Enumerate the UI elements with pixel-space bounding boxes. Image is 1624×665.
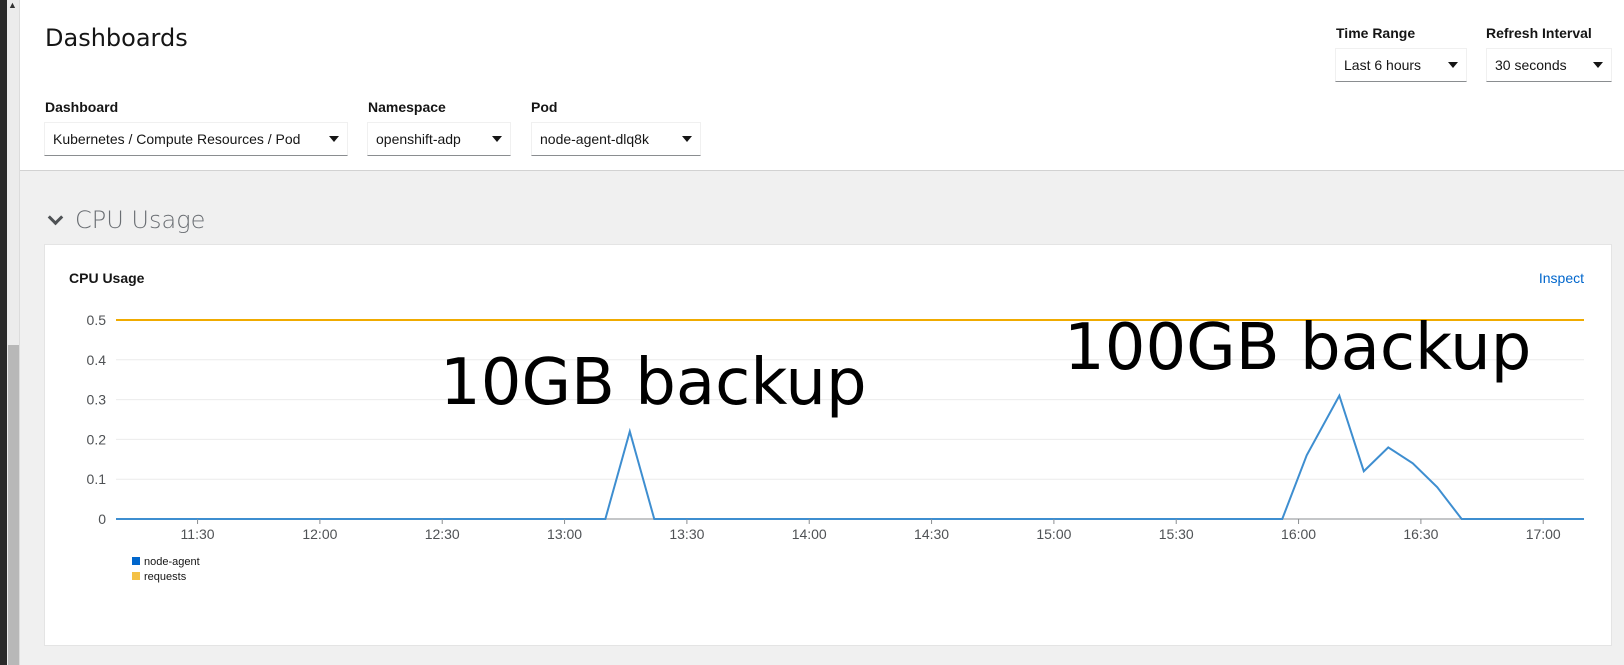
caret-down-icon [492,136,502,142]
legend-label-requests: requests [144,571,187,583]
x-tick-label: 14:00 [792,526,827,542]
cpu-usage-chart: 0 0.1 0.2 0.3 0.4 0.5 11:30 12:00 12:30 13:00 13:3… [87,311,1584,583]
y-tick-label: 0 [98,511,106,527]
pod-label: Pod [531,99,558,115]
x-tick-label: 17:00 [1526,526,1561,542]
namespace-value: openshift-adp [376,131,461,147]
scrollbar-thumb[interactable] [8,345,19,665]
y-tick-label: 0.4 [87,352,107,368]
x-tick-label: 13:00 [547,526,582,542]
x-tick-label: 12:30 [425,526,460,542]
x-tick-label: 12:00 [302,526,337,542]
legend-swatch-requests [132,572,140,580]
namespace-dropdown[interactable]: openshift-adp [367,122,511,156]
namespace-label: Namespace [368,99,446,115]
scroll-up-arrow-icon[interactable]: ▲ [8,0,17,10]
legend-label-node-agent: node-agent [144,556,200,568]
caret-down-icon [329,136,339,142]
caret-down-icon [682,136,692,142]
pod-value: node-agent-dlq8k [540,131,649,147]
x-tick-label: 11:30 [181,526,215,542]
time-range-dropdown[interactable]: Last 6 hours [1335,48,1467,82]
x-tick-label: 14:30 [914,526,949,542]
window-edge [0,0,7,665]
annotation-100gb-backup: 100GB backup [1064,311,1531,385]
time-range-label: Time Range [1336,25,1416,41]
y-tick-label: 0.5 [87,312,107,328]
chevron-down-icon [47,209,64,225]
y-tick-label: 0.3 [87,392,107,408]
page-header: Dashboards Time Range Last 6 hours Refre… [20,0,1624,171]
page-title: Dashboards [45,24,188,52]
caret-down-icon [1448,62,1458,68]
cpu-usage-section-toggle[interactable]: CPU Usage [46,206,205,234]
pod-dropdown[interactable]: node-agent-dlq8k [531,122,701,156]
y-tick-label: 0.1 [87,471,107,487]
x-tick-label: 15:30 [1159,526,1194,542]
annotation-10gb-backup: 10GB backup [440,346,867,420]
x-tick-label: 13:30 [669,526,704,542]
dashboard-dropdown[interactable]: Kubernetes / Compute Resources / Pod [44,122,348,156]
x-tick-label: 16:00 [1281,526,1316,542]
x-tick-label: 16:30 [1403,526,1438,542]
x-tick-label: 15:00 [1036,526,1071,542]
refresh-interval-label: Refresh Interval [1486,25,1592,41]
caret-down-icon [1593,62,1603,68]
y-tick-label: 0.2 [87,431,107,447]
dashboard-label: Dashboard [45,99,119,115]
vertical-scrollbar[interactable]: ▲ [0,0,20,665]
dashboard-value: Kubernetes / Compute Resources / Pod [53,131,301,147]
refresh-interval-dropdown[interactable]: 30 seconds [1486,48,1612,82]
section-title: CPU Usage [75,206,206,234]
refresh-interval-value: 30 seconds [1495,57,1567,73]
legend-swatch-node-agent [132,557,140,565]
time-range-value: Last 6 hours [1344,57,1422,73]
